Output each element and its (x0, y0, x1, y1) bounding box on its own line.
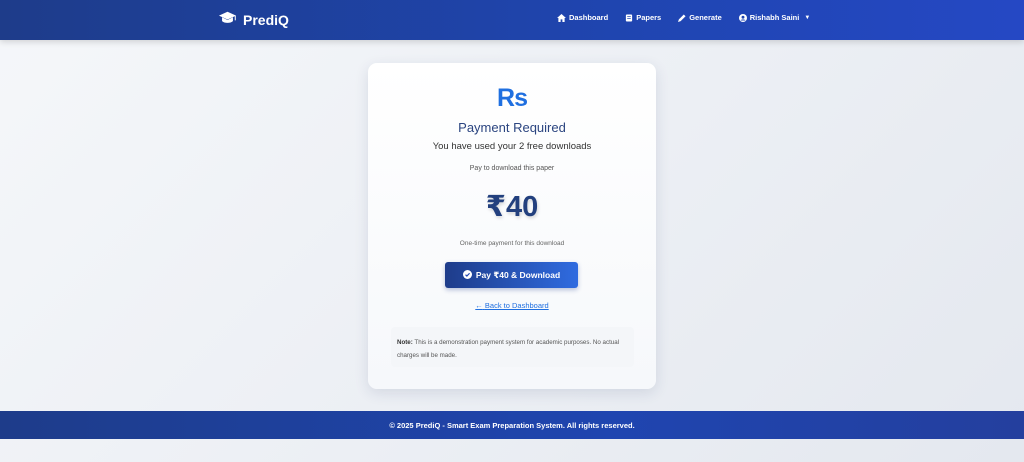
payment-prompt: Pay to download this paper (469, 165, 555, 172)
arrow-left-icon: ← (475, 301, 483, 310)
pencil-icon (678, 13, 686, 22)
footer-text: © 2025 PrediQ - Smart Exam Preparation S… (389, 420, 635, 430)
note-label: Note: (397, 339, 413, 346)
nav-generate-label: Generate (689, 13, 722, 22)
brand-logo[interactable]: PrediQ (218, 10, 289, 30)
pay-download-button[interactable]: Pay ₹40 & Download (445, 262, 578, 288)
home-icon (557, 13, 566, 22)
payment-title: Payment Required (458, 120, 566, 135)
chevron-down-icon: ▼ (804, 14, 811, 21)
user-menu-dropdown[interactable]: Rishabh Saini ▼ (738, 13, 811, 22)
user-circle-icon (738, 13, 747, 22)
nav-generate-link[interactable]: Generate (678, 13, 722, 22)
top-navbar: PrediQ Dashboard Papers Generate Rishabh… (0, 0, 1024, 40)
payment-card: Rs Payment Required You have used your 2… (368, 63, 656, 389)
nav-papers-label: Papers (636, 13, 662, 22)
book-icon (625, 13, 633, 22)
nav-papers-link[interactable]: Papers (625, 13, 661, 22)
nav-links: Dashboard Papers Generate Rishabh Saini … (557, 13, 827, 22)
demo-note: Note: This is a demonstration payment sy… (391, 327, 634, 367)
back-link-label: Back to Dashboard (484, 301, 549, 310)
price-note: One-time payment for this download (459, 240, 565, 247)
payment-subtitle: You have used your 2 free downloads (432, 141, 592, 152)
back-to-dashboard-link[interactable]: ← Back to Dashboard (368, 301, 656, 310)
nav-dashboard-link[interactable]: Dashboard (557, 13, 608, 22)
user-name-label: Rishabh Saini (749, 13, 800, 22)
note-text: This is a demonstration payment system f… (397, 339, 620, 359)
graduation-cap-icon (218, 11, 237, 30)
price-amount: ₹40 (485, 191, 539, 223)
footer: © 2025 PrediQ - Smart Exam Preparation S… (0, 411, 1024, 439)
rupee-icon: Rs (497, 84, 528, 112)
brand-name: PrediQ (243, 12, 289, 28)
check-circle-icon (462, 269, 472, 281)
nav-dashboard-label: Dashboard (569, 13, 609, 22)
pay-button-label: Pay ₹40 & Download (475, 269, 561, 280)
